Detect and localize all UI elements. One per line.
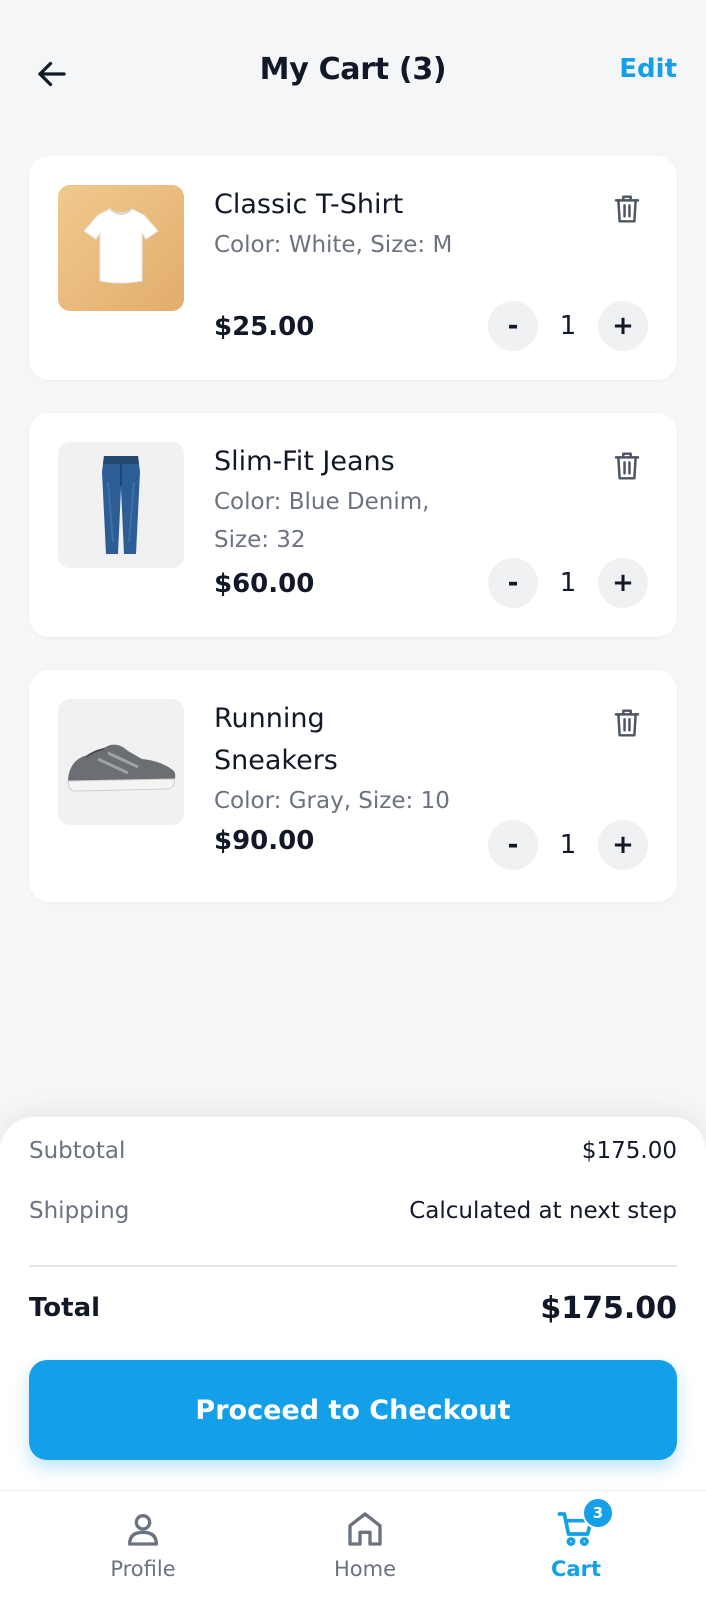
nav-item-profile[interactable]: Profile xyxy=(63,1509,223,1581)
decrease-quantity-button[interactable]: - xyxy=(488,301,538,351)
item-price: $60.00 xyxy=(214,569,315,599)
quantity-stepper: - 1 + xyxy=(488,558,648,610)
delete-button[interactable] xyxy=(607,703,647,743)
item-price: $25.00 xyxy=(214,312,315,342)
user-icon xyxy=(127,1514,158,1546)
cart-item: Classic T-Shirt Color: White, Size: M $2… xyxy=(29,156,677,380)
subtotal-label: Subtotal xyxy=(29,1138,126,1164)
quantity-value: 1 xyxy=(559,311,577,341)
product-image-jeans[interactable] xyxy=(58,442,184,568)
quantity-stepper: - 1 + xyxy=(488,301,648,353)
cart-item: Slim-Fit Jeans Color: Blue Denim, Size: … xyxy=(29,413,677,637)
bottom-nav: Profile Home 3 Cart xyxy=(0,1490,706,1601)
home-icon xyxy=(348,1512,382,1546)
decrease-quantity-button[interactable]: - xyxy=(488,558,538,608)
increase-quantity-button[interactable]: + xyxy=(598,558,648,608)
cart-count-badge: 3 xyxy=(582,1497,614,1529)
total-row: Total $175.00 xyxy=(29,1283,677,1333)
item-variant: Color: Gray, Size: 10 xyxy=(214,788,450,814)
order-summary: Subtotal $175.00 Shipping Calculated at … xyxy=(0,1117,706,1490)
quantity-stepper: - 1 + xyxy=(488,820,648,872)
quantity-value: 1 xyxy=(559,568,577,598)
delete-button[interactable] xyxy=(607,446,647,486)
product-image-sneakers[interactable] xyxy=(58,699,184,825)
total-value: $175.00 xyxy=(540,1290,677,1326)
nav-item-home[interactable]: Home xyxy=(285,1509,445,1581)
trash-icon xyxy=(614,452,640,480)
delete-button[interactable] xyxy=(607,189,647,229)
nav-label: Home xyxy=(333,1557,396,1581)
edit-button[interactable]: Edit xyxy=(619,54,677,84)
item-variant: Color: Blue Denim, Size: 32 xyxy=(214,489,430,553)
divider xyxy=(29,1265,677,1267)
item-variant: Color: White, Size: M xyxy=(214,232,453,258)
increase-quantity-button[interactable]: + xyxy=(598,301,648,351)
shipping-value: Calculated at next step xyxy=(409,1198,677,1224)
item-price: $90.00 xyxy=(214,826,315,856)
decrease-quantity-button[interactable]: - xyxy=(488,820,538,870)
item-name: Classic T-Shirt xyxy=(214,189,404,220)
quantity-value: 1 xyxy=(559,830,577,860)
product-image-t-shirt[interactable] xyxy=(58,185,184,311)
trash-icon xyxy=(614,195,640,223)
nav-label: Cart xyxy=(551,1557,601,1581)
page-title: My Cart (3) xyxy=(259,52,447,87)
shipping-label: Shipping xyxy=(29,1198,130,1224)
item-name: Slim-Fit Jeans xyxy=(214,446,395,477)
checkout-button[interactable]: Proceed to Checkout xyxy=(29,1360,677,1460)
subtotal-row: Subtotal $175.00 xyxy=(29,1131,677,1171)
shipping-row: Shipping Calculated at next step xyxy=(29,1191,677,1231)
trash-icon xyxy=(614,709,640,737)
item-name: Running Sneakers xyxy=(214,703,338,776)
cart-item: Running Sneakers Color: Gray, Size: 10 $… xyxy=(29,670,677,902)
header: My Cart (3) Edit xyxy=(0,0,706,150)
subtotal-value: $175.00 xyxy=(581,1138,677,1164)
nav-label: Profile xyxy=(110,1557,176,1581)
total-label: Total xyxy=(29,1293,101,1323)
cart-icon-wrapper: 3 xyxy=(556,1497,614,1549)
increase-quantity-button[interactable]: + xyxy=(598,820,648,870)
nav-item-cart[interactable]: 3 Cart xyxy=(496,1497,656,1581)
